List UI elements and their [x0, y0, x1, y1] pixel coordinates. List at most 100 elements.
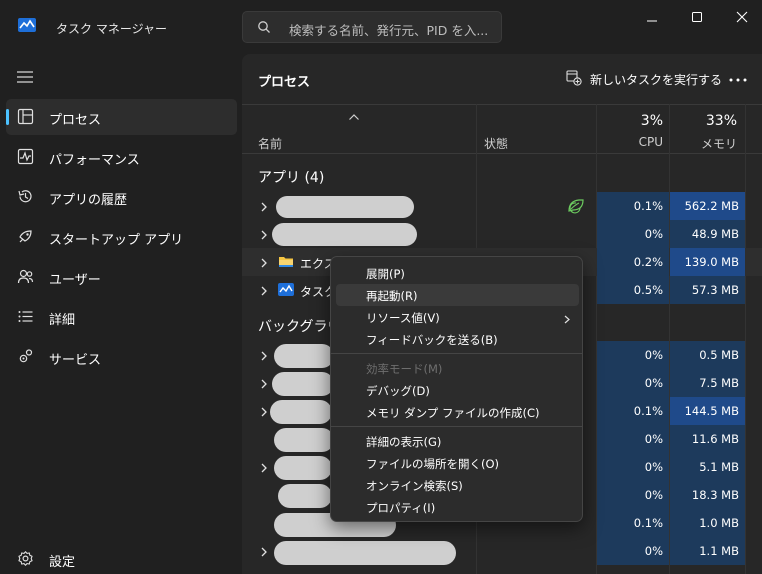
- column-header-memory[interactable]: メモリ: [682, 135, 737, 152]
- column-header-name[interactable]: 名前: [258, 135, 282, 152]
- cpu-value: 0%: [644, 544, 663, 558]
- maximize-button[interactable]: [682, 4, 712, 30]
- memory-total-percent: 33%: [705, 113, 737, 129]
- menu-item-debug[interactable]: デバッグ(D): [336, 379, 579, 401]
- services-icon: [17, 348, 34, 365]
- menu-item-restart[interactable]: 再起動(R): [336, 284, 579, 306]
- cpu-value: 0%: [644, 376, 663, 390]
- redacted-name: [276, 196, 414, 218]
- redacted-name: [278, 484, 332, 508]
- column-header-divider: [242, 153, 762, 154]
- more-options-icon[interactable]: [728, 70, 748, 90]
- close-button[interactable]: [727, 4, 757, 30]
- cpu-value: 0.1%: [633, 199, 663, 213]
- sidebar-item-processes[interactable]: プロセス: [6, 99, 237, 135]
- memory-value: 5.1 MB: [699, 460, 739, 474]
- cpu-value: 0.1%: [633, 404, 663, 418]
- search-icon: [257, 20, 271, 34]
- menu-item-feedback[interactable]: フィードバックを送る(B): [336, 328, 579, 350]
- menu-item-go-to-details[interactable]: 詳細の表示(G): [336, 430, 579, 452]
- redacted-name: [274, 541, 456, 565]
- group-header-background[interactable]: バックグラウ: [258, 316, 341, 336]
- cpu-value: 0%: [644, 227, 663, 241]
- group-header-apps[interactable]: アプリ (4): [258, 167, 324, 187]
- chevron-right-icon[interactable]: [260, 257, 268, 268]
- chevron-right-icon[interactable]: [260, 546, 268, 557]
- memory-value: 139.0 MB: [684, 255, 739, 269]
- chevron-right-icon[interactable]: [260, 201, 268, 212]
- menu-divider: [331, 426, 582, 427]
- details-icon: [17, 308, 34, 325]
- menu-item-properties[interactable]: プロパティ(I): [336, 496, 579, 518]
- memory-value: 18.3 MB: [691, 488, 739, 502]
- redacted-name: [274, 456, 332, 480]
- app-history-icon: [17, 188, 34, 205]
- cpu-value: 0%: [644, 460, 663, 474]
- cpu-value: 0%: [644, 432, 663, 446]
- sort-ascending-icon[interactable]: [348, 110, 360, 120]
- memory-value: 144.5 MB: [684, 404, 739, 418]
- menu-item-expand[interactable]: 展開(P): [336, 262, 579, 284]
- column-header-cpu[interactable]: CPU: [612, 135, 663, 149]
- table-row[interactable]: 0% 48.9 MB: [242, 220, 762, 248]
- table-row[interactable]: 0.1% 562.2 MB: [242, 192, 762, 220]
- cpu-value: 0.5%: [633, 283, 663, 297]
- chevron-right-icon[interactable]: [260, 285, 268, 296]
- memory-value: 11.6 MB: [691, 432, 739, 446]
- memory-value: 0.5 MB: [699, 348, 739, 362]
- gear-icon: [17, 550, 34, 567]
- menu-item-resource-values[interactable]: リソース値(V): [336, 306, 579, 328]
- app-title: タスク マネージャー: [56, 22, 167, 36]
- menu-divider: [331, 353, 582, 354]
- performance-icon: [17, 148, 34, 165]
- chevron-right-icon[interactable]: [260, 378, 268, 389]
- page-title: プロセス: [258, 75, 311, 90]
- cpu-value: 0.2%: [633, 255, 663, 269]
- task-manager-icon: [18, 18, 36, 32]
- menu-item-efficiency-mode: 効率モード(M): [366, 362, 443, 376]
- minimize-button[interactable]: [637, 4, 667, 30]
- processes-icon: [17, 108, 34, 125]
- cpu-value: 0%: [644, 348, 663, 362]
- menu-item-search-online[interactable]: オンライン検索(S): [336, 474, 579, 496]
- redacted-name: [272, 372, 334, 396]
- cpu-value: 0%: [644, 488, 663, 502]
- startup-icon: [17, 228, 34, 245]
- search-input[interactable]: 検索する名前、発行元、PID を入...: [289, 20, 488, 39]
- sidebar-item-details[interactable]: 詳細: [6, 299, 237, 335]
- chevron-right-icon[interactable]: [260, 406, 268, 417]
- memory-value: 1.1 MB: [699, 544, 739, 558]
- sidebar-item-startup[interactable]: スタートアップ アプリ: [6, 219, 237, 255]
- cpu-value: 0.1%: [633, 516, 663, 530]
- table-row[interactable]: 0% 1.1 MB: [242, 537, 762, 565]
- sidebar-item-services[interactable]: サービス: [6, 339, 237, 375]
- sidebar-item-settings[interactable]: 設定: [6, 541, 237, 574]
- memory-value: 7.5 MB: [699, 376, 739, 390]
- title-bar: タスク マネージャー 検索する名前、発行元、PID を入...: [0, 0, 762, 54]
- context-menu: 展開(P) 再起動(R) リソース値(V) フィードバックを送る(B) 効率モー…: [330, 256, 583, 522]
- folder-icon: [278, 254, 294, 269]
- cpu-total-percent: 3%: [640, 113, 663, 129]
- header-divider: [242, 104, 762, 105]
- search-box[interactable]: 検索する名前、発行元、PID を入...: [242, 11, 502, 43]
- task-manager-icon: [278, 282, 294, 297]
- sidebar-item-app-history[interactable]: アプリの履歴: [6, 179, 237, 215]
- sidebar-item-performance[interactable]: パフォーマンス: [6, 139, 237, 175]
- menu-item-create-dump[interactable]: メモリ ダンプ ファイルの作成(C): [336, 401, 579, 423]
- memory-value: 48.9 MB: [691, 227, 739, 241]
- redacted-name: [270, 400, 332, 424]
- chevron-right-icon[interactable]: [260, 229, 268, 240]
- run-task-icon: [566, 70, 582, 86]
- chevron-right-icon: [564, 313, 570, 324]
- chevron-right-icon[interactable]: [260, 462, 268, 473]
- redacted-name: [272, 223, 417, 246]
- chevron-right-icon[interactable]: [260, 350, 268, 361]
- memory-value: 57.3 MB: [691, 283, 739, 297]
- sidebar-item-users[interactable]: ユーザー: [6, 259, 237, 295]
- menu-item-open-file-location[interactable]: ファイルの場所を開く(O): [336, 452, 579, 474]
- column-header-status[interactable]: 状態: [484, 135, 508, 152]
- memory-value: 562.2 MB: [684, 199, 739, 213]
- redacted-name: [274, 344, 334, 368]
- hamburger-menu-icon[interactable]: [17, 70, 33, 84]
- leaf-icon: [567, 197, 585, 214]
